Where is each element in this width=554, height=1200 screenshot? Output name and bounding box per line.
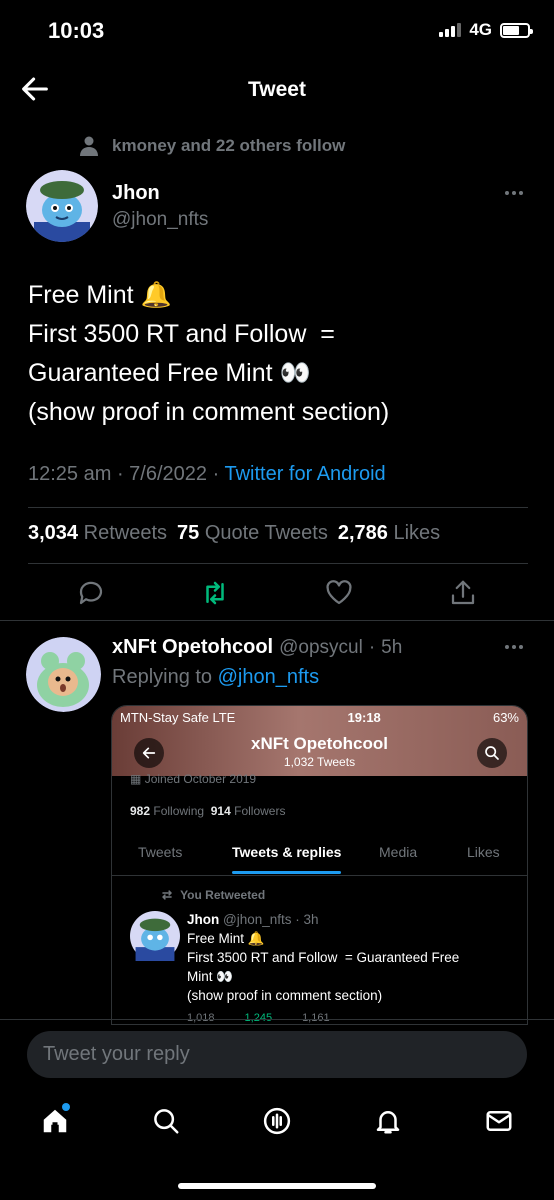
embed-search-icon bbox=[477, 738, 507, 768]
reply-image[interactable]: MTN-Stay Safe LTE 19:18 63% xNFt Opetohc… bbox=[111, 705, 528, 1025]
reply-author-name[interactable]: xNFt Opetohcool bbox=[112, 636, 273, 659]
divider bbox=[0, 1019, 554, 1020]
embed-followers-count: 914 bbox=[210, 804, 231, 818]
embed-joined: ▦ Joined October 2019 bbox=[130, 772, 256, 786]
embed-tweet-count: 1,032 Tweets bbox=[283, 755, 356, 769]
replying-to-label: Replying to bbox=[112, 666, 213, 688]
like-icon[interactable] bbox=[324, 578, 354, 608]
social-context: kmoney and 22 others follow bbox=[80, 136, 345, 156]
tweet-line: Free Mint 🔔 bbox=[28, 281, 172, 309]
author-avatar[interactable] bbox=[26, 170, 98, 242]
social-context-text[interactable]: kmoney and 22 others follow bbox=[112, 136, 345, 156]
reply-age: 5h bbox=[381, 637, 403, 658]
embed-followers-label: Followers bbox=[234, 804, 286, 818]
divider bbox=[28, 507, 528, 508]
retweets-stat[interactable]: 3,034 Retweets bbox=[28, 522, 167, 545]
embed-retweeted: ⇄ You Retweeted bbox=[162, 888, 265, 902]
embed-battery: 63% bbox=[492, 710, 519, 725]
home-indicator bbox=[178, 1183, 376, 1189]
embed-follow-stats: 982 Following 914 Followers bbox=[130, 804, 285, 818]
embed-inner-handle: @jhon_nfts · 3h bbox=[223, 912, 319, 927]
more-options-icon[interactable] bbox=[505, 191, 523, 195]
likes-stat[interactable]: 2,786 Likes bbox=[338, 522, 440, 545]
reply-header: xNFt Opetohcool @opsycul · 5h bbox=[112, 636, 403, 659]
person-icon bbox=[80, 136, 98, 156]
replying-to-handle[interactable]: @jhon_nfts bbox=[218, 666, 319, 688]
quotes-label: Quote Tweets bbox=[204, 522, 328, 544]
embed-retweets-count: 1,245 bbox=[244, 1012, 273, 1024]
search-icon[interactable] bbox=[151, 1106, 181, 1136]
home-icon[interactable] bbox=[40, 1106, 70, 1136]
page-title: Tweet bbox=[248, 78, 306, 101]
embed-retweeted-label: You Retweeted bbox=[180, 888, 266, 902]
notifications-icon[interactable] bbox=[373, 1106, 403, 1136]
embed-tweet-actions: 1,018 1,245 1,161 bbox=[187, 1012, 330, 1024]
tweet-time: 12:25 am bbox=[28, 463, 112, 485]
retweets-label: Retweets bbox=[83, 522, 167, 544]
retweet-icon[interactable] bbox=[200, 578, 230, 608]
replying-to: Replying to @jhon_nfts bbox=[112, 666, 319, 689]
embed-profile-header: MTN-Stay Safe LTE 19:18 63% xNFt Opetohc… bbox=[112, 706, 527, 776]
embed-inner-name: Jhon bbox=[187, 912, 220, 927]
divider bbox=[28, 563, 528, 564]
calendar-icon: ▦ bbox=[130, 772, 142, 786]
reply-icon[interactable] bbox=[76, 578, 106, 608]
tweet-source-link[interactable]: Twitter for Android bbox=[224, 463, 385, 485]
embed-carrier: MTN-Stay Safe LTE bbox=[120, 710, 236, 725]
status-time: 10:03 bbox=[48, 18, 105, 43]
embed-tweet-line: First 3500 RT and Follow = Guaranteed Fr… bbox=[187, 950, 460, 965]
quotes-stat[interactable]: 75 Quote Tweets bbox=[177, 522, 328, 545]
embed-tab-replies: Tweets & replies bbox=[232, 844, 342, 874]
status-indicators: 4G bbox=[439, 20, 533, 40]
embed-tweet: Jhon @jhon_nfts · 3h Free Mint 🔔 First 3… bbox=[187, 910, 507, 1005]
battery-icon bbox=[500, 22, 533, 38]
tweet-line: Guaranteed Free Mint 👀 bbox=[28, 359, 311, 387]
tweet-date: 7/6/2022 bbox=[129, 463, 208, 485]
divider bbox=[0, 620, 554, 621]
embed-joined-text: Joined October 2019 bbox=[144, 772, 257, 786]
signal-icon bbox=[439, 23, 462, 37]
embed-tweet-line: Mint 👀 bbox=[187, 969, 234, 984]
reply-author-handle[interactable]: @opsycul bbox=[279, 637, 363, 659]
embed-following-label: Following bbox=[153, 804, 205, 818]
embed-following-count: 982 bbox=[130, 804, 151, 818]
embed-status-bar: MTN-Stay Safe LTE 19:18 63% bbox=[120, 710, 519, 725]
embed-tab-tweets: Tweets bbox=[138, 844, 183, 860]
share-icon[interactable] bbox=[448, 578, 478, 608]
tweet-line: (show proof in comment section) bbox=[28, 398, 390, 426]
spaces-icon[interactable] bbox=[262, 1106, 292, 1136]
author-handle[interactable]: @jhon_nfts bbox=[112, 209, 208, 231]
embed-author-avatar bbox=[130, 911, 180, 961]
likes-label: Likes bbox=[393, 522, 441, 544]
embed-tabs: Tweets Tweets & replies Media Likes bbox=[112, 836, 527, 876]
retweet-small-icon: ⇄ bbox=[162, 888, 173, 902]
embed-tab-media: Media bbox=[379, 844, 418, 860]
messages-icon[interactable] bbox=[484, 1106, 514, 1136]
embed-likes-count: 1,161 bbox=[302, 1012, 330, 1024]
tweet-meta: 12:25 am · 7/6/2022 · Twitter for Androi… bbox=[28, 463, 386, 485]
more-options-icon[interactable] bbox=[505, 645, 523, 649]
embed-profile-name: xNFt Opetohcool bbox=[251, 734, 388, 753]
embed-tweet-line: (show proof in comment section) bbox=[187, 988, 383, 1003]
likes-count: 2,786 bbox=[337, 522, 388, 544]
author-name[interactable]: Jhon bbox=[112, 182, 160, 205]
embed-time: 19:18 bbox=[347, 710, 381, 725]
embed-tab-likes: Likes bbox=[467, 844, 500, 860]
network-label: 4G bbox=[469, 20, 492, 39]
tweet-line: First 3500 RT and Follow = bbox=[28, 320, 335, 348]
tweet-stats: 3,034 Retweets 75 Quote Tweets 2,786 Lik… bbox=[28, 522, 440, 545]
quotes-count: 75 bbox=[177, 522, 200, 544]
retweets-count: 3,034 bbox=[28, 522, 79, 544]
embed-tweet-line: Free Mint 🔔 bbox=[187, 931, 265, 946]
reply-input[interactable]: Tweet your reply bbox=[27, 1031, 527, 1078]
reply-avatar[interactable] bbox=[26, 637, 101, 712]
embed-replies-count: 1,018 bbox=[187, 1012, 215, 1024]
tweet-text: Free Mint 🔔 First 3500 RT and Follow = G… bbox=[28, 276, 528, 432]
